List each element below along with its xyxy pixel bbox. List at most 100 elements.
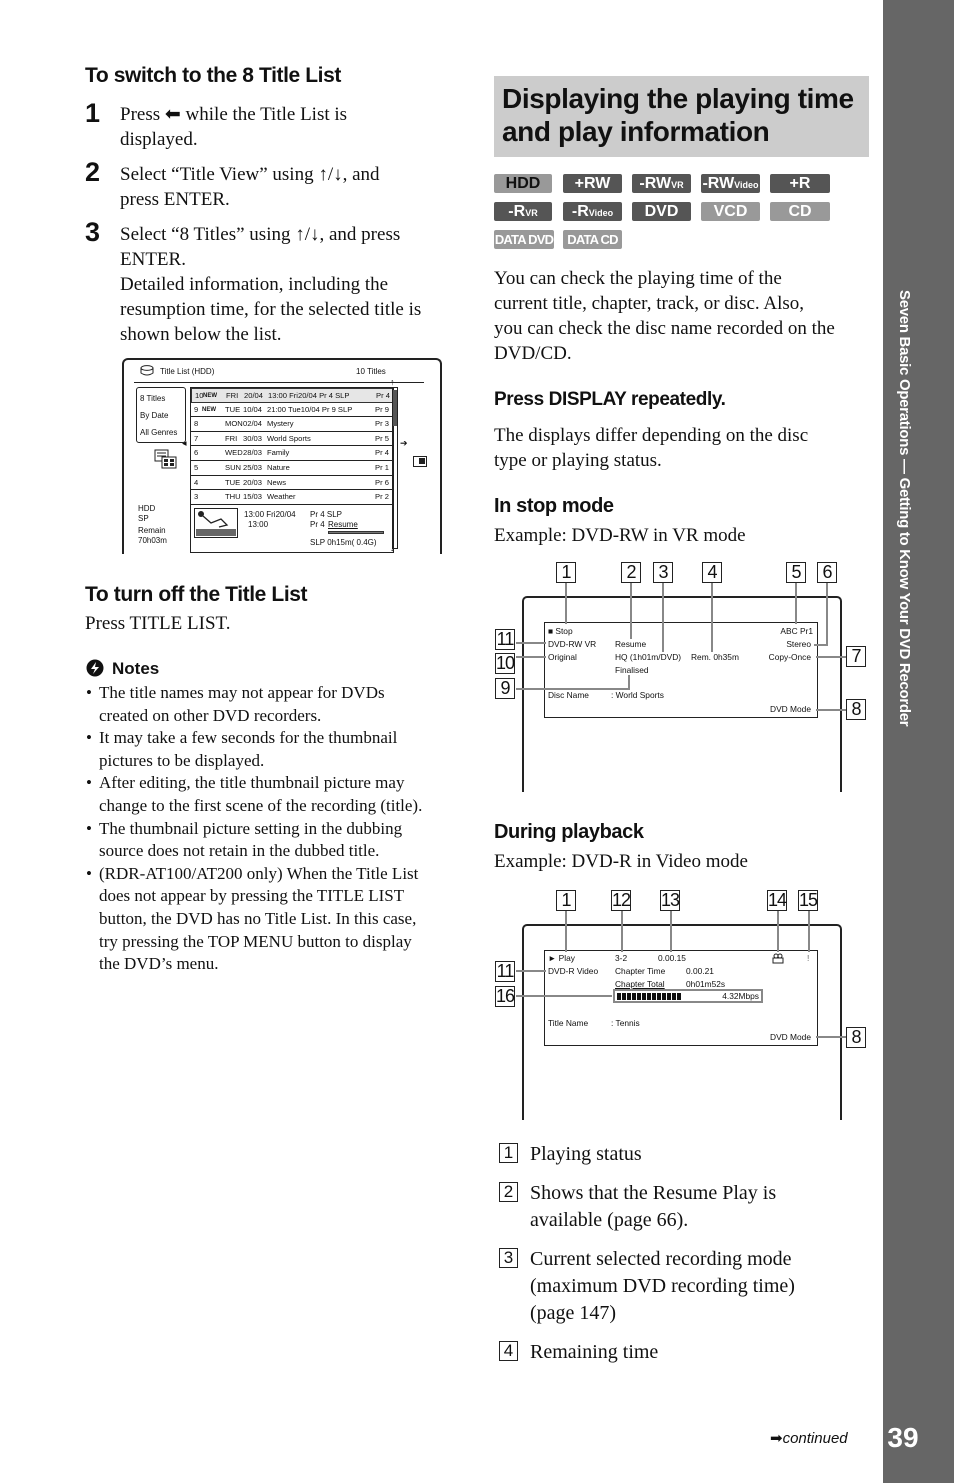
title-row[interactable]: 5 SUN 25/03 Nature Pr 1 [191, 461, 393, 476]
title-date: 20/04 [244, 391, 264, 400]
media-badge: -RWVideo [701, 174, 760, 193]
title-date: 25/03 [243, 463, 263, 472]
title-program: Pr 3 [375, 419, 389, 429]
title-row[interactable]: 9 NEW TUE 10/04 21:00 Tue10/04 Pr 9 SLP Pr 9 [191, 403, 393, 418]
title-row[interactable]: 7 FRI 30/03 World Sports Pr 5 [191, 432, 393, 447]
title-date: 20/03 [243, 477, 263, 487]
title-number: 3 [194, 492, 199, 502]
press-display-text: The displays differ depending on the dis… [494, 423, 808, 473]
title-name: Weather [267, 492, 296, 502]
title-number: 4 [194, 477, 199, 487]
badge-label: HDD [505, 175, 541, 192]
text-line: Remaining time [530, 1341, 659, 1363]
title-row[interactable]: 6 WED 28/03 Family Pr 4 [191, 446, 393, 461]
media-badge: CD [770, 202, 830, 221]
callout-10: 10 [495, 653, 515, 674]
title-date: 10/04 [243, 404, 263, 414]
leader-line [711, 582, 713, 652]
title-day: MON [225, 419, 243, 429]
menu-item-by-date[interactable]: By Date [140, 411, 168, 420]
badge-label: -R [508, 203, 526, 220]
scrollbar-thumb[interactable] [393, 390, 397, 426]
callout-9: 9 [495, 678, 515, 699]
new-badge: NEW [203, 393, 217, 399]
leader-line [826, 582, 828, 645]
title-name: News [267, 477, 286, 487]
badge-label: -RW [639, 175, 672, 192]
bullet-icon: • [86, 728, 92, 748]
text-line: type or playing status. [494, 450, 662, 471]
preview-icon [413, 456, 427, 467]
title-row[interactable]: 10 NEW FRI 20/04 13:00 Fri20/04 Pr 4 SLP Pr 4 [191, 388, 393, 403]
title-view-menu[interactable]: 8 Titles By Date All Genres [136, 387, 186, 443]
note-item: • (RDR-AT100/AT200 only) When the Title L… [85, 863, 465, 976]
callout-11: 11 [495, 629, 515, 650]
text-line: Select “8 Titles” using ↑/↓, and press [120, 224, 401, 245]
text-line: (page 147) [530, 1302, 617, 1324]
title-day: FRI [226, 391, 239, 400]
osd-disc-type: DVD-R Video [548, 966, 599, 976]
osd-disc-type: DVD-RW VR [548, 639, 597, 649]
camera-angle-icon [772, 953, 784, 964]
title-view-icon [154, 449, 177, 469]
callout-8: 8 [846, 699, 866, 720]
media-badge: +R [770, 174, 830, 193]
intro-text: You can check the playing time of the cu… [494, 266, 835, 366]
leader-line [670, 910, 672, 952]
callout-2: 2 [621, 562, 641, 583]
callout-14: 14 [767, 890, 787, 911]
badge-suffix: VR [671, 180, 684, 190]
callout-5: 5 [786, 562, 806, 583]
osd-title-name: : Tennis [611, 1018, 640, 1028]
leader-line [516, 642, 546, 644]
title-date: 30/03 [243, 433, 263, 443]
leader-line [814, 644, 828, 646]
text-line: displayed. [120, 129, 198, 150]
title-day: THU [225, 492, 241, 502]
leader-line [808, 910, 810, 952]
title-list-screen: Title List (HDD) 10 Titles 8 Titles By D… [122, 358, 442, 554]
title-row[interactable]: 3 THU 15/03 Weather Pr 2 [191, 490, 393, 505]
title-program: Pr 9 [375, 404, 389, 414]
stop-example: Example: DVD-RW in VR mode [494, 525, 746, 546]
media-badge: DATA DVD [494, 230, 554, 249]
tennis-player-icon [196, 511, 236, 536]
note-item: • It may take a few seconds for the thumb… [85, 727, 465, 772]
osd-rec-mode: HQ (1h01m/DVD) [615, 652, 682, 662]
callout-12: 12 [611, 890, 631, 911]
title-program: Pr 5 [375, 433, 389, 443]
osd-resume: Resume [615, 639, 647, 649]
text-line: It may take a few seconds for the thumbn… [99, 728, 398, 748]
title-name: Mystery [267, 419, 294, 429]
chapter-sidebar [883, 0, 954, 1483]
bitrate-bar-fill [617, 993, 681, 1000]
title-row[interactable]: 4 TUE 20/03 News Pr 6 [191, 476, 393, 491]
menu-item-8-titles[interactable]: 8 Titles [140, 394, 165, 403]
title-list-title: Title List (HDD) [160, 367, 215, 376]
step-1-text: Press ⬅ while the Title List is displaye… [120, 102, 347, 152]
scrollbar[interactable] [392, 387, 398, 549]
leader-line [516, 970, 546, 972]
osd-time: 0.00.15 [658, 953, 686, 963]
leader-line [662, 582, 664, 652]
status-remain-label: Remain [138, 526, 166, 535]
title-day: SUN [225, 463, 242, 472]
detail-time: 13:00 [248, 520, 269, 529]
leader-line [621, 910, 623, 952]
bitrate-value: 4.32Mbps [722, 991, 759, 1001]
detail-start: 13:00 Fri20/04 [244, 510, 296, 519]
osd-chapter-time: 0.00.21 [686, 966, 714, 976]
text-line: Shows that the Resume Play is [530, 1182, 777, 1204]
press-display-heading: Press DISPLAY repeatedly. [494, 389, 726, 410]
title-date: 15/03 [243, 492, 263, 502]
title-day: TUE [225, 477, 241, 487]
text-line: DVD/CD. [494, 343, 572, 364]
callout-4: 4 [702, 562, 722, 583]
menu-item-all-genres[interactable]: All Genres [140, 428, 177, 437]
title-row[interactable]: 8 MON 02/04 Mystery Pr 3 [191, 417, 393, 432]
text-line: Playing status [530, 1143, 642, 1165]
note-item: • After editing, the title thumbnail pict… [85, 772, 465, 817]
title-name: World Sports [267, 433, 311, 443]
page-number: 39 [887, 1422, 919, 1453]
title-number: 7 [194, 433, 199, 443]
